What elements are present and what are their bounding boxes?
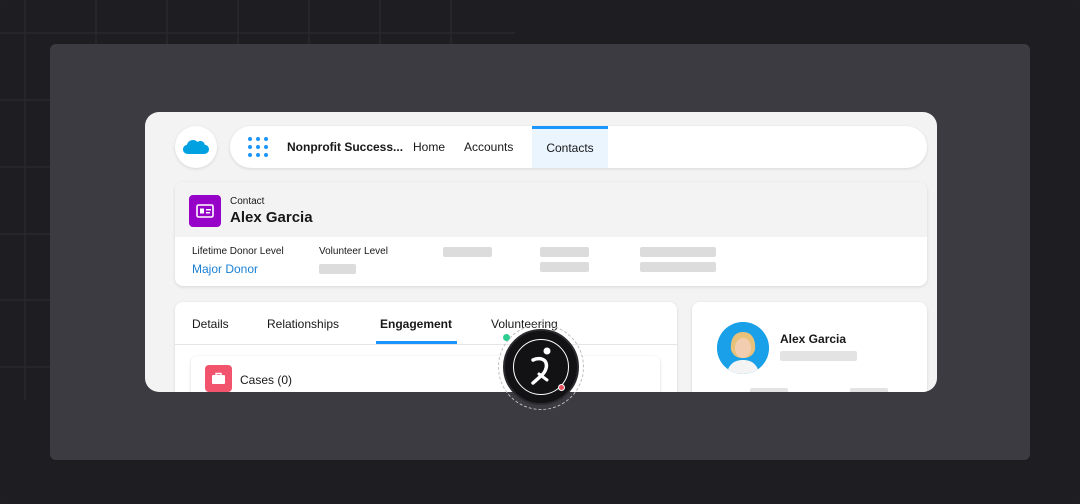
- briefcase-icon: [205, 365, 232, 392]
- field-label-volunteer-level: Volunteer Level: [319, 246, 388, 257]
- nav-item-contacts[interactable]: Contacts: [532, 126, 608, 168]
- field-label-lifetime-donor-level: Lifetime Donor Level: [192, 246, 284, 257]
- placeholder-bar: [640, 247, 716, 257]
- contact-card-icon: [189, 195, 221, 227]
- tab-details[interactable]: Details: [192, 317, 229, 331]
- placeholder-bar: [540, 247, 589, 257]
- profile-card: Alex Garcia: [692, 302, 927, 392]
- cases-related-list: Cases (0): [191, 356, 660, 392]
- tab-engagement[interactable]: Engagement: [380, 317, 452, 331]
- assistant-badge[interactable]: [498, 324, 584, 410]
- nav-item-home[interactable]: Home: [413, 140, 445, 154]
- assistant-figure-icon: [531, 347, 551, 385]
- placeholder-bar: [319, 264, 356, 274]
- salesforce-cloud-icon: [183, 140, 209, 154]
- placeholder-bar: [640, 262, 716, 272]
- profile-name: Alex Garcia: [780, 332, 847, 346]
- placeholder-bar: [540, 262, 589, 272]
- placeholder-bar: [750, 388, 788, 392]
- status-dot-green: [503, 334, 510, 341]
- tabs-divider: [175, 344, 677, 345]
- placeholder-bar: [443, 247, 492, 257]
- app-launcher-grid-icon[interactable]: [248, 137, 268, 157]
- salesforce-logo[interactable]: [175, 126, 217, 168]
- placeholder-bar: [850, 388, 888, 392]
- app-name[interactable]: Nonprofit Success...: [287, 140, 403, 154]
- cases-title[interactable]: Cases (0): [240, 373, 292, 387]
- record-title: Alex Garcia: [230, 209, 313, 226]
- field-value-major-donor[interactable]: Major Donor: [192, 262, 258, 276]
- record-header: Contact Alex Garcia Lifetime Donor Level…: [175, 182, 927, 286]
- object-type-label: Contact: [230, 196, 265, 207]
- status-dot-red: [558, 384, 565, 391]
- avatar: [717, 322, 769, 374]
- nav-item-accounts[interactable]: Accounts: [464, 140, 513, 154]
- tab-relationships[interactable]: Relationships: [267, 317, 339, 331]
- placeholder-bar: [780, 351, 857, 361]
- global-nav-bar: Nonprofit Success... Home Accounts Conta…: [230, 126, 927, 168]
- assistant-badge-core: [503, 329, 579, 405]
- tabs-panel: Details Relationships Engagement Volunte…: [175, 302, 677, 392]
- outer-frame: Nonprofit Success... Home Accounts Conta…: [0, 0, 1080, 504]
